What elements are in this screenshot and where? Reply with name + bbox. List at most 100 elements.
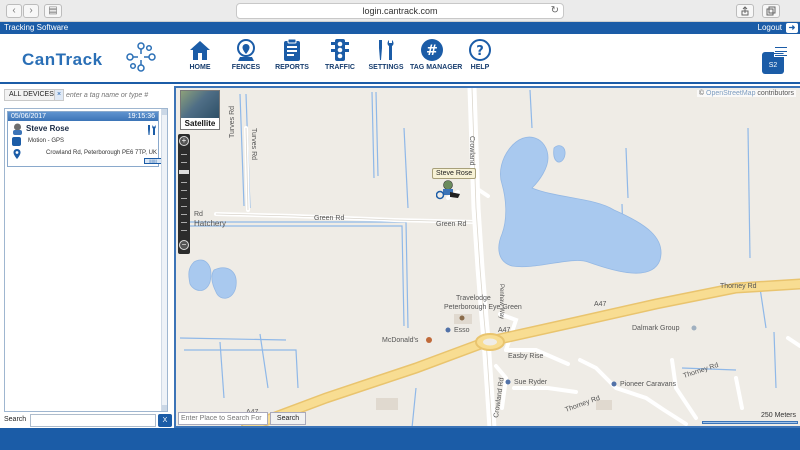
map-label: Rd (194, 211, 203, 218)
zoom-out-icon[interactable]: − (179, 240, 189, 250)
export-excel-button[interactable]: X (158, 414, 172, 427)
reload-icon[interactable]: ↻ (551, 4, 559, 18)
device-name: Steve Rose (26, 124, 70, 133)
map-label: A47 (594, 301, 607, 308)
nav-home[interactable]: HOME (178, 38, 222, 71)
vehicle-marker-icon[interactable] (436, 180, 462, 200)
scroll-up-icon[interactable] (162, 109, 167, 115)
nav-reports[interactable]: REPORTS (270, 38, 314, 71)
map-label: Turves Rd (250, 128, 257, 160)
browser-toolbar: ‹ › ▤ login.cantrack.com ↻ (0, 0, 800, 22)
map-label: Pioneer Caravans (620, 381, 677, 388)
clipboard-icon (284, 38, 300, 61)
map-label: Travelodge (456, 295, 491, 302)
nav-tag-manager[interactable]: # TAG MANAGER (410, 38, 462, 71)
sidebar-toggle-button[interactable]: ▤ (44, 4, 62, 18)
map-pin-icon (237, 39, 255, 61)
home-icon (190, 41, 210, 60)
device-card[interactable]: 05/06/2017 19:15:36 Steve Rose Motion - … (7, 111, 162, 167)
tag-remove-button[interactable]: × (54, 89, 64, 101)
scale-text: 250 Meters (760, 412, 796, 419)
map-label: McDonald's (382, 337, 419, 344)
tag-input[interactable] (66, 89, 172, 101)
map-label: Turves Rd (229, 106, 236, 138)
user-badge[interactable]: S2 (762, 46, 788, 74)
nav-help[interactable]: ? HELP (458, 38, 502, 71)
business-poi-icon (691, 325, 697, 331)
map-view[interactable]: Turves Rd Turves Rd Rd Hatchery Green Rd… (174, 86, 800, 428)
app-header: CanTrack HOME FENCES REPORTS TRAFFIC SET… (0, 34, 800, 84)
zoom-slider[interactable]: + − (178, 134, 190, 254)
vehicle-label[interactable]: Steve Rose (432, 168, 477, 179)
user-badge-text: S2 (768, 62, 778, 69)
tabs-button[interactable] (762, 4, 780, 18)
map-label: Penhaw Way (498, 284, 504, 319)
excel-icon: X (162, 417, 168, 424)
logo-mark-icon (126, 42, 156, 72)
satellite-label: Satellite (181, 118, 219, 129)
nav-fences-label: FENCES (231, 64, 261, 71)
device-search-input[interactable] (30, 414, 156, 427)
satellite-toggle[interactable]: Satellite (180, 90, 220, 130)
device-search-row: Search X (0, 414, 174, 428)
svg-text:?: ? (476, 44, 484, 59)
logout-link[interactable]: Logout (758, 23, 782, 32)
place-search-button[interactable]: Search (270, 412, 306, 425)
traffic-light-icon (331, 39, 349, 61)
nav-traffic-label: TRAFFIC (325, 64, 355, 71)
device-date: 05/06/2017 (11, 113, 47, 120)
gps-chip-icon (12, 137, 21, 146)
attribution-text: contributors (757, 90, 794, 97)
battery-indicator: ||||||| (144, 158, 162, 164)
fuel-poi-icon (445, 327, 451, 333)
device-card-header: 05/06/2017 19:15:36 (8, 112, 158, 121)
cantrack-logo[interactable]: CanTrack (22, 40, 162, 74)
map-label: Green Rd (436, 221, 466, 228)
address-bar[interactable]: login.cantrack.com ↻ (236, 3, 564, 19)
tools-small-icon[interactable] (146, 124, 158, 136)
svg-text:#: # (426, 43, 438, 59)
osm-link[interactable]: OpenStreetMap (706, 90, 755, 97)
copyright-symbol: © (698, 90, 705, 97)
logout-icon[interactable]: ➜ (786, 23, 798, 33)
map-label: Green Rd (314, 215, 344, 222)
location-pin-icon (13, 149, 21, 159)
nav-home-label: HOME (189, 64, 211, 71)
share-button[interactable] (736, 4, 754, 18)
sidebar-icon: ▤ (48, 5, 58, 16)
map-label: Esso (454, 327, 470, 334)
zoom-handle[interactable] (179, 170, 189, 174)
map-label: Dalmark Group (632, 325, 680, 332)
browser-forward-button[interactable]: › (23, 4, 39, 18)
nav-reports-label: REPORTS (275, 64, 309, 71)
nav-settings[interactable]: SETTINGS (364, 38, 408, 71)
device-list-scrollbar[interactable] (161, 109, 167, 411)
chevron-right-icon: › (29, 5, 33, 16)
device-time: 19:15:36 (127, 113, 155, 120)
nav-traffic[interactable]: TRAFFIC (318, 38, 362, 71)
map-label: Peterborough Eye Green (444, 304, 522, 311)
app-footer (0, 428, 800, 450)
map-canvas[interactable]: Turves Rd Turves Rd Rd Hatchery Green Rd… (176, 88, 800, 428)
map-label: Hatchery (194, 219, 226, 228)
scroll-down-icon[interactable] (162, 405, 167, 411)
nav-fences[interactable]: FENCES (224, 38, 268, 71)
device-address: Crowland Rd, Peterborough PE6 7TP, UK (46, 150, 157, 156)
zoom-in-icon[interactable]: + (179, 136, 189, 146)
scale-line (702, 421, 798, 424)
logo-text: CanTrack (22, 50, 103, 69)
hashtag-icon: # (421, 39, 443, 61)
map-label: Thorney Rd (682, 362, 719, 380)
app-name: Tracking Software (4, 23, 69, 32)
menu-bars-icon (774, 46, 788, 58)
browser-back-button[interactable]: ‹ (6, 4, 22, 18)
map-scale: 250 Meters (702, 412, 798, 424)
map-attribution: © OpenStreetMap contributors (696, 90, 796, 97)
tag-chip-all-devices[interactable]: ALL DEVICES (4, 89, 59, 101)
satellite-thumbnail (181, 91, 219, 119)
place-search-input[interactable] (178, 412, 268, 425)
nav-help-label: HELP (470, 64, 490, 71)
device-list: 05/06/2017 19:15:36 Steve Rose Motion - … (4, 108, 168, 412)
tag-filter-row: ALL DEVICES × (2, 88, 172, 102)
restaurant-poi-icon (426, 337, 432, 343)
